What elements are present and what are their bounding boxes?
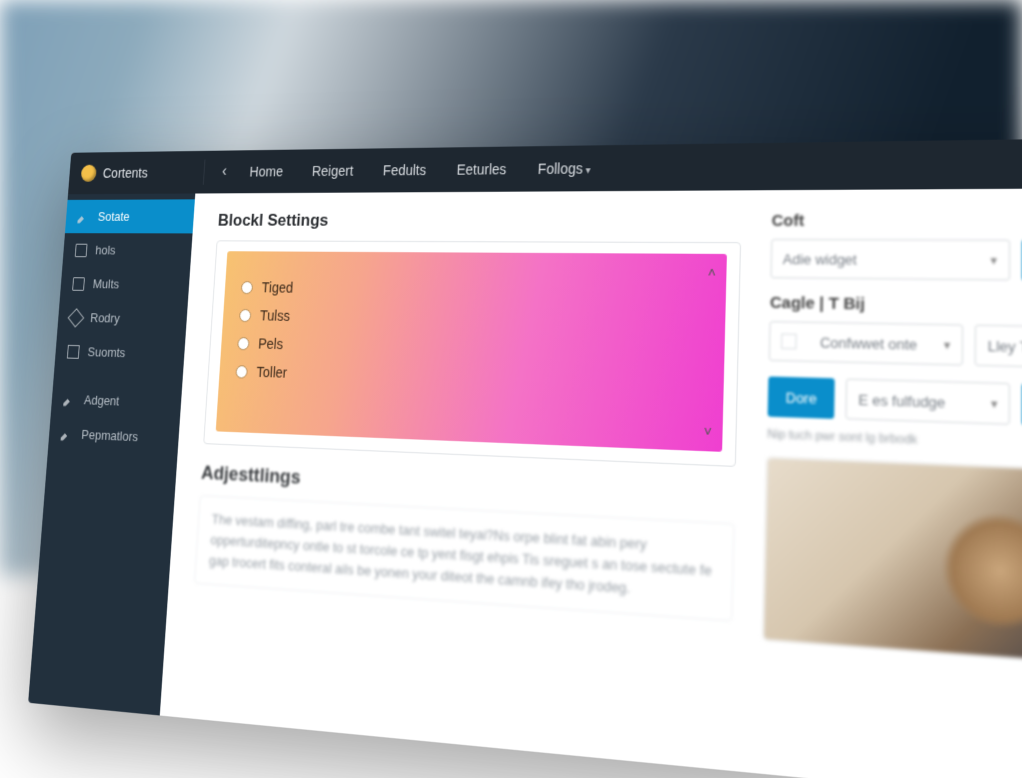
cagle-label: Cagle | T Bij xyxy=(770,294,1022,318)
select-value: E es fulfudge xyxy=(858,391,945,411)
brand-text: Cortents xyxy=(102,165,148,181)
nav-home[interactable]: Home xyxy=(238,157,294,185)
radio-icon[interactable] xyxy=(239,308,251,321)
brand-icon xyxy=(81,165,97,182)
option-tiged[interactable]: Tiged xyxy=(241,279,707,301)
option-label: Pels xyxy=(258,335,284,352)
box-icon xyxy=(67,344,80,358)
center-column: Blockl Settings ˄ Tiged Tulss xyxy=(160,190,766,773)
option-tulss[interactable]: Tulss xyxy=(239,307,706,332)
option-label: Tiged xyxy=(261,279,293,295)
block-settings-title: Blockl Settings xyxy=(217,210,742,232)
option-label: Toller xyxy=(256,364,287,381)
radio-icon[interactable] xyxy=(237,336,250,349)
sidebar-item-label: hols xyxy=(95,243,116,258)
nav-reigert[interactable]: Reigert xyxy=(300,157,365,185)
right-column: Coft Adie widget Toolbe Cagle | T Bij Co… xyxy=(753,188,1022,778)
sidebar-item-label: Rodry xyxy=(90,310,121,325)
pencil-icon xyxy=(61,427,74,441)
pencil-icon xyxy=(63,392,76,406)
nav-back-icon[interactable]: ‹ xyxy=(216,163,232,181)
hint-text: Nip tuch pwr sont lg brbodk xyxy=(767,428,1022,455)
dore-button[interactable]: Dore xyxy=(768,376,835,418)
brand[interactable]: Cortents xyxy=(81,164,198,182)
nav-eeturles[interactable]: Eeturles xyxy=(445,155,519,184)
chevron-down-icon[interactable]: ˅ xyxy=(703,423,712,440)
chevron-up-icon[interactable]: ˄ xyxy=(708,265,716,281)
nav-separator xyxy=(203,160,206,185)
option-pels[interactable]: Pels xyxy=(237,335,705,363)
cagle-select[interactable]: Confwwet onte xyxy=(769,321,963,366)
sidebar-item-mults[interactable]: Mults xyxy=(60,267,191,303)
nav-fedults[interactable]: Fedults xyxy=(371,156,438,185)
radio-icon[interactable] xyxy=(235,365,248,378)
admin-panel: Cortents ‹ Home Reigert Fedults Eeturles… xyxy=(28,138,1022,778)
box-icon xyxy=(781,333,797,349)
sidebar-item-adgent[interactable]: Adgent xyxy=(51,382,183,421)
nav-follogs[interactable]: Follogs xyxy=(525,154,603,184)
sidebar-item-label: Sotate xyxy=(97,209,130,223)
thumbnail-image[interactable] xyxy=(763,457,1022,665)
option-toller[interactable]: Toller xyxy=(235,363,704,393)
sidebar-item-pepmatlors[interactable]: Pepmatlors xyxy=(48,416,180,456)
file-icon xyxy=(72,277,85,291)
select-value: Confwwet onte xyxy=(820,334,917,353)
option-label: Tulss xyxy=(260,307,291,324)
topbar: Cortents ‹ Home Reigert Fedults Eeturles… xyxy=(68,138,1022,194)
sidebar-item-label: Mults xyxy=(92,276,119,291)
sidebar-item-label: Pepmatlors xyxy=(81,427,139,444)
tag-icon xyxy=(68,308,85,327)
cagle-select-2[interactable]: Lley Tule xyxy=(975,325,1022,369)
radio-icon[interactable] xyxy=(241,281,253,294)
sidebar-item-hols[interactable]: hols xyxy=(62,233,192,268)
gradient-options: ˄ Tiged Tulss Pels xyxy=(216,251,727,452)
sidebar-item-label: Suomts xyxy=(87,344,126,360)
coft-select[interactable]: Adie widget xyxy=(770,239,1009,281)
fulfudge-select[interactable]: E es fulfudge xyxy=(846,379,1011,425)
sidebar-item-sotate[interactable]: Sotate xyxy=(65,199,195,233)
adjust-body: The vestam diffing, parl tre combe tant … xyxy=(194,495,735,622)
select-value: Lley Tule xyxy=(988,337,1022,356)
sidebar-item-rodry[interactable]: Rodry xyxy=(57,300,188,337)
file-icon xyxy=(75,243,88,256)
sidebar-item-suomts[interactable]: Suomts xyxy=(54,334,185,372)
sidebar-item-label: Adgent xyxy=(83,392,119,408)
block-settings-card: ˄ Tiged Tulss Pels xyxy=(203,240,741,467)
coft-label: Coft xyxy=(771,211,1022,231)
pencil-icon xyxy=(77,210,90,223)
select-value: Adie widget xyxy=(783,250,857,267)
